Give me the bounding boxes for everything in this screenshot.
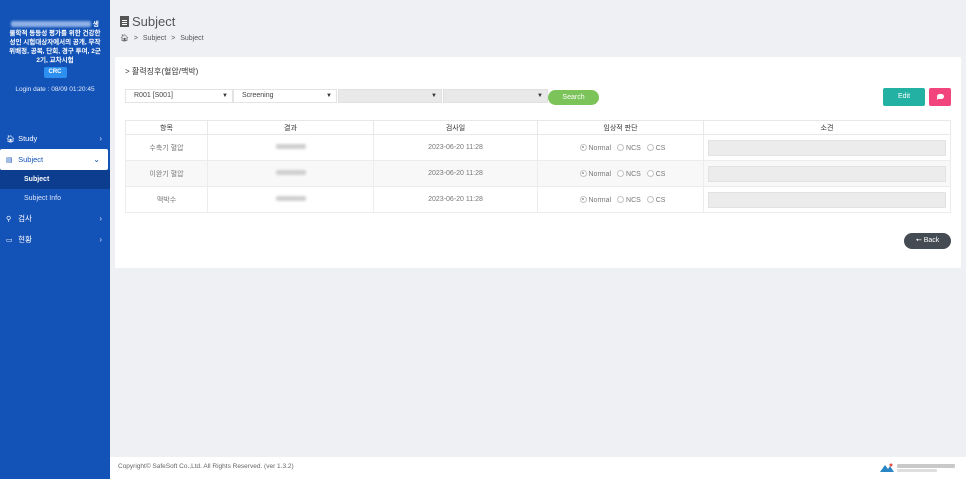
footer: Copyright© SafeSoft Co.,Ltd. All Rights … (110, 457, 966, 479)
opinion-input[interactable] (708, 165, 946, 182)
chevron-right-icon: › (99, 235, 102, 244)
table-row: 이완기 혈압 2023-06-20 11:28 Normal NCS CS (125, 160, 951, 187)
search-icon: ⚲ (6, 216, 12, 223)
sidebar: 생 물학적 동등성 평가를 위한 건강한 성인 시험대상자에서의 공개, 무작 … (0, 0, 110, 479)
sidebar-item-label: Study (18, 134, 38, 143)
sidebar-subitem-subject-info[interactable]: Subject Info (0, 189, 110, 208)
result-cell (207, 134, 374, 161)
sidebar-item-subject[interactable]: ▤ Subject ⌄ (0, 149, 108, 170)
radio-ncs[interactable] (617, 169, 625, 177)
radio-cs[interactable] (646, 195, 654, 203)
column-header: 검사일 (373, 120, 538, 135)
logo-mark-icon (880, 463, 894, 472)
radio-ncs[interactable] (617, 195, 625, 203)
result-cell (207, 160, 374, 187)
subject-select[interactable]: R001 [S001] ▼ (125, 89, 233, 103)
opinion-cell (703, 186, 951, 213)
content-card: > 활력징후(혈압/맥박) R001 [S001] ▼ Screening ▼ … (115, 57, 961, 268)
column-header: 결과 (207, 120, 374, 135)
radio-normal[interactable] (579, 143, 587, 151)
breadcrumb-item[interactable]: Subject (143, 35, 166, 42)
sidebar-item-study[interactable]: 🏠︎ Study › (0, 128, 110, 149)
edit-button[interactable]: Edit (883, 88, 925, 106)
chevron-down-icon: ▼ (222, 93, 228, 99)
date-cell: 2023-06-20 11:28 (373, 134, 538, 161)
radio-cs[interactable] (646, 169, 654, 177)
chevron-down-icon: ▼ (431, 93, 437, 99)
page-title: Subject (120, 14, 175, 29)
item-cell: 수축기 혈압 (125, 134, 208, 161)
sidebar-item-label: 검사 (18, 214, 32, 223)
breadcrumb: 🏠︎ > Subject > Subject (120, 34, 207, 42)
section-title: > 활력징후(혈압/맥박) (125, 67, 199, 76)
date-cell: 2023-06-20 11:28 (373, 186, 538, 213)
breadcrumb-separator: > (171, 35, 176, 42)
opinion-input[interactable] (708, 139, 946, 156)
filter-select-4[interactable]: ▼ (443, 89, 548, 103)
redacted-text (275, 170, 306, 175)
arrow-left-icon: 🠔 (915, 237, 922, 244)
radio-ncs[interactable] (617, 143, 625, 151)
opinion-input[interactable] (708, 191, 946, 208)
result-cell (207, 186, 374, 213)
chevron-down-icon: ▼ (537, 93, 543, 99)
company-logo (880, 462, 956, 474)
sidebar-subitem-subject[interactable]: Subject (0, 170, 110, 189)
login-date: Login date : 08/09 01:20:45 (15, 86, 95, 93)
date-cell: 2023-06-20 11:28 (373, 160, 538, 187)
home-icon[interactable]: 🏠︎ (120, 35, 129, 42)
item-cell: 이완기 혈압 (125, 160, 208, 187)
column-header: 소견 (703, 120, 951, 135)
chevron-right-icon: › (99, 214, 102, 223)
redacted-text (275, 196, 306, 201)
monitor-icon: ▭ (6, 237, 13, 244)
search-button[interactable]: Search (548, 90, 599, 105)
study-title-line: 2기, 교차시험 (36, 57, 74, 64)
opinion-cell (703, 134, 951, 161)
opinion-cell (703, 160, 951, 187)
redacted-text (11, 21, 92, 28)
study-title: 생 물학적 동등성 평가를 위한 건강한 성인 시험대상자에서의 공개, 무작 … (0, 0, 110, 78)
table-row: 수축기 혈압 2023-06-20 11:28 Normal NCS CS (125, 134, 951, 161)
radio-cs[interactable] (646, 143, 654, 151)
column-header: 항목 (125, 120, 208, 135)
breadcrumb-item: Subject (180, 35, 204, 42)
study-title-line: 위배정, 공복, 단회, 경구 투여, 2군 (9, 48, 101, 55)
document-icon (120, 16, 129, 27)
logo-subtext (897, 469, 937, 472)
sidebar-item-exam[interactable]: ⚲ 검사 › (0, 208, 110, 229)
copyright-text: Copyright© SafeSoft Co.,Ltd. All Rights … (118, 463, 294, 470)
column-header: 임상적 판단 (537, 120, 704, 135)
radio-normal[interactable] (579, 169, 587, 177)
item-cell: 맥박수 (125, 186, 208, 213)
judgement-cell: Normal NCS CS (537, 160, 704, 187)
study-title-line: 성인 시험대상자에서의 공개, 무작 (9, 39, 101, 46)
radio-normal[interactable] (579, 195, 587, 203)
judgement-cell: Normal NCS CS (537, 134, 704, 161)
sidebar-item-label: 현황 (18, 235, 32, 244)
filter-select-3[interactable]: ▼ (338, 89, 442, 103)
back-button[interactable]: 🠔 Back (904, 233, 951, 249)
chevron-down-icon: ▼ (326, 93, 332, 99)
vitals-table: 항목 결과 검사일 임상적 판단 소견 수축기 혈압 2023-06-20 11… (125, 120, 951, 213)
role-badge: CRC (43, 67, 67, 78)
sidebar-nav: 🏠︎ Study › ▤ Subject ⌄ Subject Subject I… (0, 128, 110, 250)
chevron-right-icon: › (99, 134, 102, 143)
comment-button[interactable] (929, 88, 951, 106)
table-row: 맥박수 2023-06-20 11:28 Normal NCS CS (125, 186, 951, 213)
chevron-down-icon: ⌄ (93, 155, 100, 164)
document-icon: ▤ (6, 157, 13, 164)
breadcrumb-separator: > (133, 35, 138, 42)
logo-text (897, 464, 955, 468)
home-icon: 🏠︎ (6, 136, 15, 143)
study-title-line: 물학적 동등성 평가를 위한 건강한 (9, 30, 101, 37)
sidebar-item-label: Subject (18, 155, 44, 164)
judgement-cell: Normal NCS CS (537, 186, 704, 213)
visit-select[interactable]: Screening ▼ (233, 89, 337, 103)
sidebar-item-status[interactable]: ▭ 현황 › (0, 229, 110, 250)
redacted-text (275, 144, 306, 149)
